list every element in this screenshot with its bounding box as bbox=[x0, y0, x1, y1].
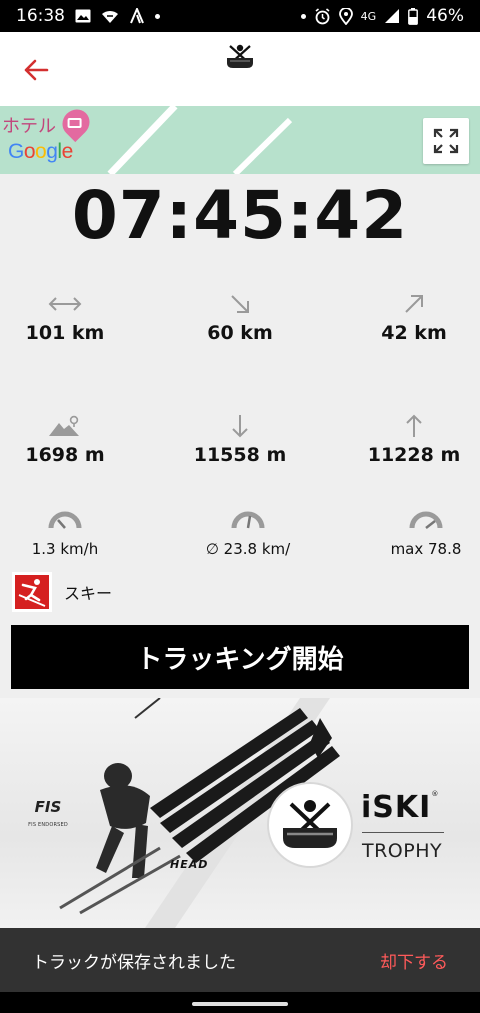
head-logo: HEAD bbox=[170, 858, 209, 871]
activity-selector[interactable]: スキー bbox=[12, 572, 112, 612]
elapsed-timer: 07:45:42 bbox=[71, 177, 409, 254]
fullscreen-icon bbox=[433, 128, 459, 154]
image-icon bbox=[75, 9, 91, 23]
stat-descent: 11558 m bbox=[160, 414, 320, 466]
status-bar: 16:38 4G 46% bbox=[0, 0, 480, 32]
skier-icon bbox=[12, 572, 52, 612]
arrow-down-right-icon bbox=[160, 292, 320, 316]
trophy-label: TROPHY bbox=[362, 840, 443, 862]
speedometer-low-icon bbox=[0, 508, 145, 532]
alarm-icon bbox=[314, 7, 331, 25]
stat-distance-value: 101 km bbox=[25, 322, 105, 344]
arrow-up-right-icon bbox=[334, 292, 480, 316]
iski-brand: iSKI® bbox=[361, 790, 439, 825]
start-tracking-button[interactable]: トラッキング開始 bbox=[11, 625, 469, 689]
network-type: 4G bbox=[360, 9, 377, 23]
registered-mark: ® bbox=[431, 790, 440, 798]
stat-speed-max: max 78.8 bbox=[346, 508, 480, 558]
stat-uphill-value: 42 km bbox=[381, 322, 447, 344]
iski-skull-logo-icon bbox=[221, 36, 259, 74]
arrow-left-icon bbox=[24, 59, 49, 81]
stat-altitude-value: 1698 m bbox=[25, 444, 105, 466]
speedometer-high-icon bbox=[346, 508, 480, 532]
iski-brand-text: iSKI bbox=[361, 790, 432, 825]
map-view[interactable]: ホテル Google bbox=[0, 106, 480, 174]
stat-speed-current: 1.3 km/h bbox=[0, 508, 145, 558]
stat-distance: 101 km bbox=[0, 292, 145, 344]
stat-speed-average: ∅ 23.8 km/ bbox=[168, 508, 328, 558]
signal-icon bbox=[384, 8, 400, 24]
fis-endorsed-text: FIS ENDORSED bbox=[28, 822, 68, 828]
stat-speed-max-value: max 78.8 bbox=[390, 540, 462, 558]
app-a-icon bbox=[129, 8, 145, 24]
map-poi-label: ホテル bbox=[2, 116, 56, 137]
arrow-up-icon bbox=[334, 414, 480, 438]
snackbar-message: トラックが保存されました bbox=[32, 952, 236, 973]
brand-divider bbox=[362, 832, 444, 833]
stat-speed-average-value: ∅ 23.8 km/ bbox=[205, 540, 291, 558]
wifi-off-icon bbox=[101, 8, 119, 24]
iski-trophy-banner[interactable]: FIS FIS ENDORSED HEAD iSKI® TROPHY bbox=[0, 698, 480, 930]
stat-downhill-distance: 60 km bbox=[160, 292, 320, 344]
status-time: 16:38 bbox=[16, 6, 65, 26]
battery-percent: 46% bbox=[426, 6, 464, 26]
horizontal-arrows-icon bbox=[0, 292, 145, 316]
stat-uphill-distance: 42 km bbox=[334, 292, 480, 344]
fis-endorsed-logo: FIS FIS ENDORSED bbox=[22, 798, 74, 828]
snackbar-dismiss-button[interactable]: 却下する bbox=[380, 948, 448, 973]
battery-icon bbox=[408, 7, 419, 25]
activity-label: スキー bbox=[64, 584, 113, 603]
stat-speed-current-value: 1.3 km/h bbox=[31, 540, 99, 558]
home-gesture-handle[interactable] bbox=[192, 1002, 288, 1006]
fis-mark: FIS bbox=[34, 798, 62, 816]
notification-dot-icon bbox=[155, 13, 160, 19]
dot-icon bbox=[300, 13, 306, 19]
mountain-pin-icon bbox=[0, 414, 145, 438]
stat-ascent-value: 11228 m bbox=[367, 444, 461, 466]
stat-ascent: 11228 m bbox=[334, 414, 480, 466]
iski-trophy-badge-icon bbox=[267, 782, 353, 868]
navigation-bar bbox=[0, 992, 480, 1013]
stat-descent-value: 11558 m bbox=[193, 444, 287, 466]
stat-altitude: 1698 m bbox=[0, 414, 145, 466]
stat-downhill-value: 60 km bbox=[207, 322, 273, 344]
location-icon bbox=[338, 7, 353, 25]
google-attribution: Google bbox=[8, 140, 73, 163]
map-expand-button[interactable] bbox=[423, 118, 469, 164]
snackbar: トラックが保存されました 却下する bbox=[0, 928, 480, 992]
app-bar bbox=[0, 32, 480, 106]
back-button[interactable] bbox=[18, 52, 54, 88]
arrow-down-icon bbox=[160, 414, 320, 438]
speedometer-mid-icon bbox=[168, 508, 328, 532]
